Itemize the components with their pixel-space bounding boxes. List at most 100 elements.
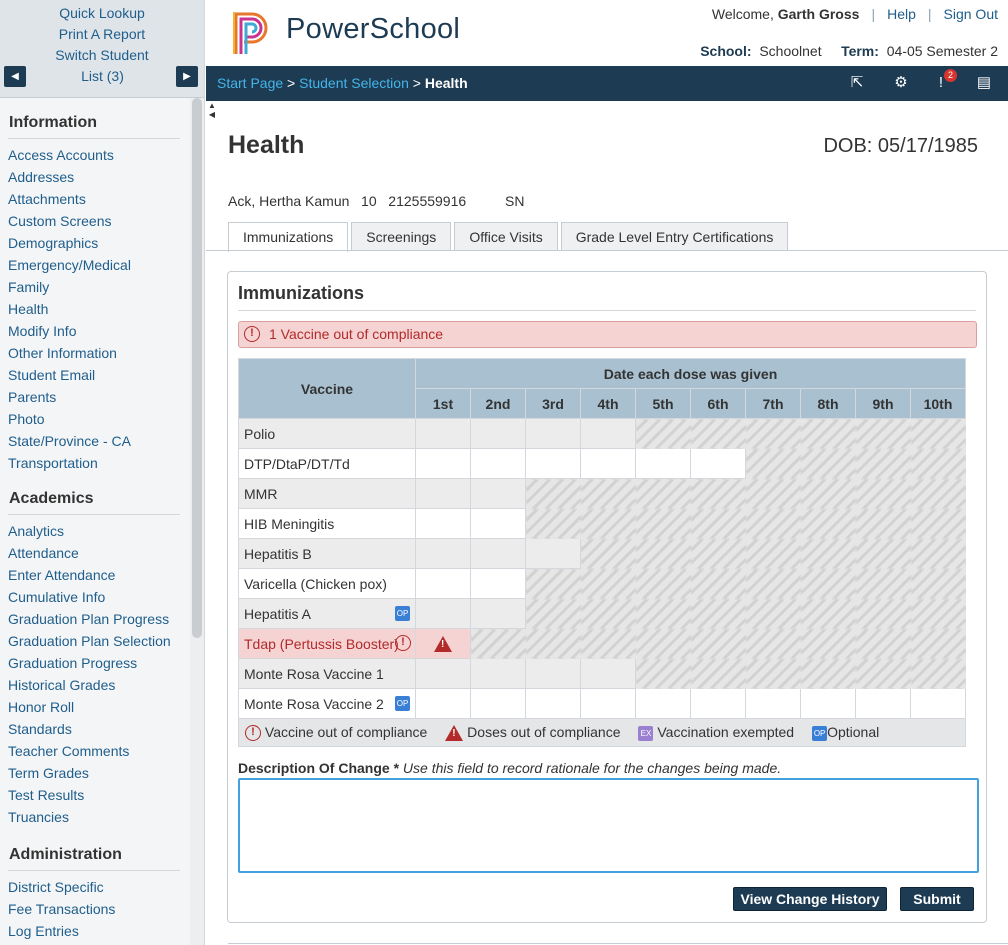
dose-date-cell[interactable] (525, 538, 581, 569)
tab-office-visits[interactable]: Office Visits (454, 222, 558, 251)
sidebar-item-transportation[interactable]: Transportation (0, 452, 204, 474)
sidebar-item-log-entries[interactable]: Log Entries (0, 920, 204, 942)
sidebar-item-truancies[interactable]: Truancies (0, 806, 204, 828)
dose-not-required-cell (580, 628, 636, 659)
sidebar-item-attachments[interactable]: Attachments (0, 188, 204, 210)
breadcrumb-start-page[interactable]: Start Page (217, 75, 283, 91)
dose-date-cell[interactable] (415, 568, 471, 599)
sidebar-item-historical-grades[interactable]: Historical Grades (0, 674, 204, 696)
school-value[interactable]: Schoolnet (759, 43, 821, 59)
dose-not-required-cell (800, 418, 856, 449)
open-new-window-icon[interactable]: ⇱ (847, 73, 867, 93)
dose-date-cell[interactable] (470, 658, 526, 689)
previous-student-button[interactable]: ◀ (4, 66, 26, 87)
dose-date-cell[interactable] (690, 688, 746, 719)
sidebar-item-custom-screens[interactable]: Custom Screens (0, 210, 204, 232)
dose-date-cell[interactable] (470, 478, 526, 509)
dose-date-cell[interactable] (470, 508, 526, 539)
sidebar-scrollbar[interactable] (192, 98, 202, 638)
dose-date-cell[interactable] (800, 688, 856, 719)
dose-date-cell[interactable] (470, 568, 526, 599)
dose-date-cell[interactable] (910, 688, 966, 719)
sidebar-item-health[interactable]: Health (0, 298, 204, 320)
dose-date-cell[interactable] (635, 688, 691, 719)
tab-immunizations[interactable]: Immunizations (228, 222, 349, 252)
sidebar-item-analytics[interactable]: Analytics (0, 520, 204, 542)
student-list-link[interactable]: List (3) (0, 66, 204, 87)
sidebar-item-modify-info[interactable]: Modify Info (0, 320, 204, 342)
dose-date-cell[interactable] (415, 448, 471, 479)
sidebar-item-test-results[interactable]: Test Results (0, 784, 204, 806)
dose-date-cell[interactable] (470, 538, 526, 569)
breadcrumb-student-selection[interactable]: Student Selection (299, 75, 409, 91)
next-student-button[interactable]: ▶ (176, 66, 198, 87)
description-of-change-field[interactable] (238, 778, 979, 873)
dose-date-cell[interactable] (580, 418, 636, 449)
tab-screenings[interactable]: Screenings (351, 222, 452, 251)
dose-date-cell[interactable] (470, 598, 526, 629)
dose-date-cell[interactable] (470, 418, 526, 449)
sidebar-item-teacher-comments[interactable]: Teacher Comments (0, 740, 204, 762)
sidebar-item-enter-attendance[interactable]: Enter Attendance (0, 564, 204, 586)
dose-date-cell[interactable] (415, 538, 471, 569)
dose-date-cell[interactable] (580, 688, 636, 719)
dose-date-cell[interactable] (855, 688, 911, 719)
sidebar-item-student-email[interactable]: Student Email (0, 364, 204, 386)
dose-not-required-cell (690, 598, 746, 629)
sidebar-item-state-province-ca[interactable]: State/Province - CA (0, 430, 204, 452)
dose-date-cell[interactable] (415, 688, 471, 719)
sidebar-item-graduation-progress[interactable]: Graduation Progress (0, 652, 204, 674)
dose-date-cell[interactable] (580, 448, 636, 479)
dose-date-cell[interactable] (745, 688, 801, 719)
print-report-link[interactable]: Print A Report (0, 24, 204, 45)
dose-date-cell[interactable] (580, 658, 636, 689)
tab-grade-level-entry-certifications[interactable]: Grade Level Entry Certifications (560, 222, 789, 251)
sidebar-item-demographics[interactable]: Demographics (0, 232, 204, 254)
sidebar-item-parents[interactable]: Parents (0, 386, 204, 408)
dose-date-cell[interactable] (415, 508, 471, 539)
sidebar-item-emergency-medical[interactable]: Emergency/Medical (0, 254, 204, 276)
dose-not-required-cell (855, 478, 911, 509)
powerschool-logo-icon[interactable] (232, 10, 276, 56)
dose-date-cell[interactable] (690, 448, 746, 479)
sidebar-item-other-information[interactable]: Other Information (0, 342, 204, 364)
legend-exempted: EX Vaccination exempted (638, 724, 794, 741)
dose-date-cell[interactable] (415, 418, 471, 449)
dose-column-header: 10th (910, 388, 966, 419)
dose-column-header: 3rd (525, 388, 581, 419)
dose-date-cell[interactable] (525, 448, 581, 479)
dose-date-cell[interactable] (415, 628, 471, 659)
help-link[interactable]: Help (887, 6, 916, 22)
dose-date-cell[interactable] (470, 448, 526, 479)
dose-date-cell[interactable] (635, 448, 691, 479)
switch-student-link[interactable]: Switch Student (0, 45, 204, 66)
dose-date-cell[interactable] (525, 418, 581, 449)
sidebar-item-attendance[interactable]: Attendance (0, 542, 204, 564)
dose-date-cell[interactable] (525, 658, 581, 689)
print-icon[interactable]: ▤ (974, 73, 994, 93)
sidebar-item-graduation-plan-selection[interactable]: Graduation Plan Selection (0, 630, 204, 652)
dose-date-cell[interactable] (470, 688, 526, 719)
settings-gear-icon[interactable]: ⚙ (891, 73, 911, 93)
sidebar-item-cumulative-info[interactable]: Cumulative Info (0, 586, 204, 608)
dose-not-required-cell (470, 628, 526, 659)
term-value[interactable]: 04-05 Semester 2 (887, 43, 998, 59)
sidebar-item-access-accounts[interactable]: Access Accounts (0, 144, 204, 166)
sidebar-item-photo[interactable]: Photo (0, 408, 204, 430)
view-change-history-button[interactable]: View Change History (733, 887, 887, 911)
dose-date-cell[interactable] (415, 598, 471, 629)
dose-date-cell[interactable] (525, 688, 581, 719)
quick-lookup-link[interactable]: Quick Lookup (0, 3, 204, 24)
dose-date-cell[interactable] (415, 478, 471, 509)
sidebar-item-addresses[interactable]: Addresses (0, 166, 204, 188)
sidebar-item-standards[interactable]: Standards (0, 718, 204, 740)
sign-out-link[interactable]: Sign Out (944, 6, 998, 22)
sidebar-item-term-grades[interactable]: Term Grades (0, 762, 204, 784)
sidebar-item-honor-roll[interactable]: Honor Roll (0, 696, 204, 718)
dose-date-cell[interactable] (415, 658, 471, 689)
sidebar-item-fee-transactions[interactable]: Fee Transactions (0, 898, 204, 920)
sidebar-item-family[interactable]: Family (0, 276, 204, 298)
sidebar-item-district-specific[interactable]: District Specific (0, 876, 204, 898)
submit-button[interactable]: Submit (900, 887, 974, 911)
sidebar-item-graduation-plan-progress[interactable]: Graduation Plan Progress (0, 608, 204, 630)
